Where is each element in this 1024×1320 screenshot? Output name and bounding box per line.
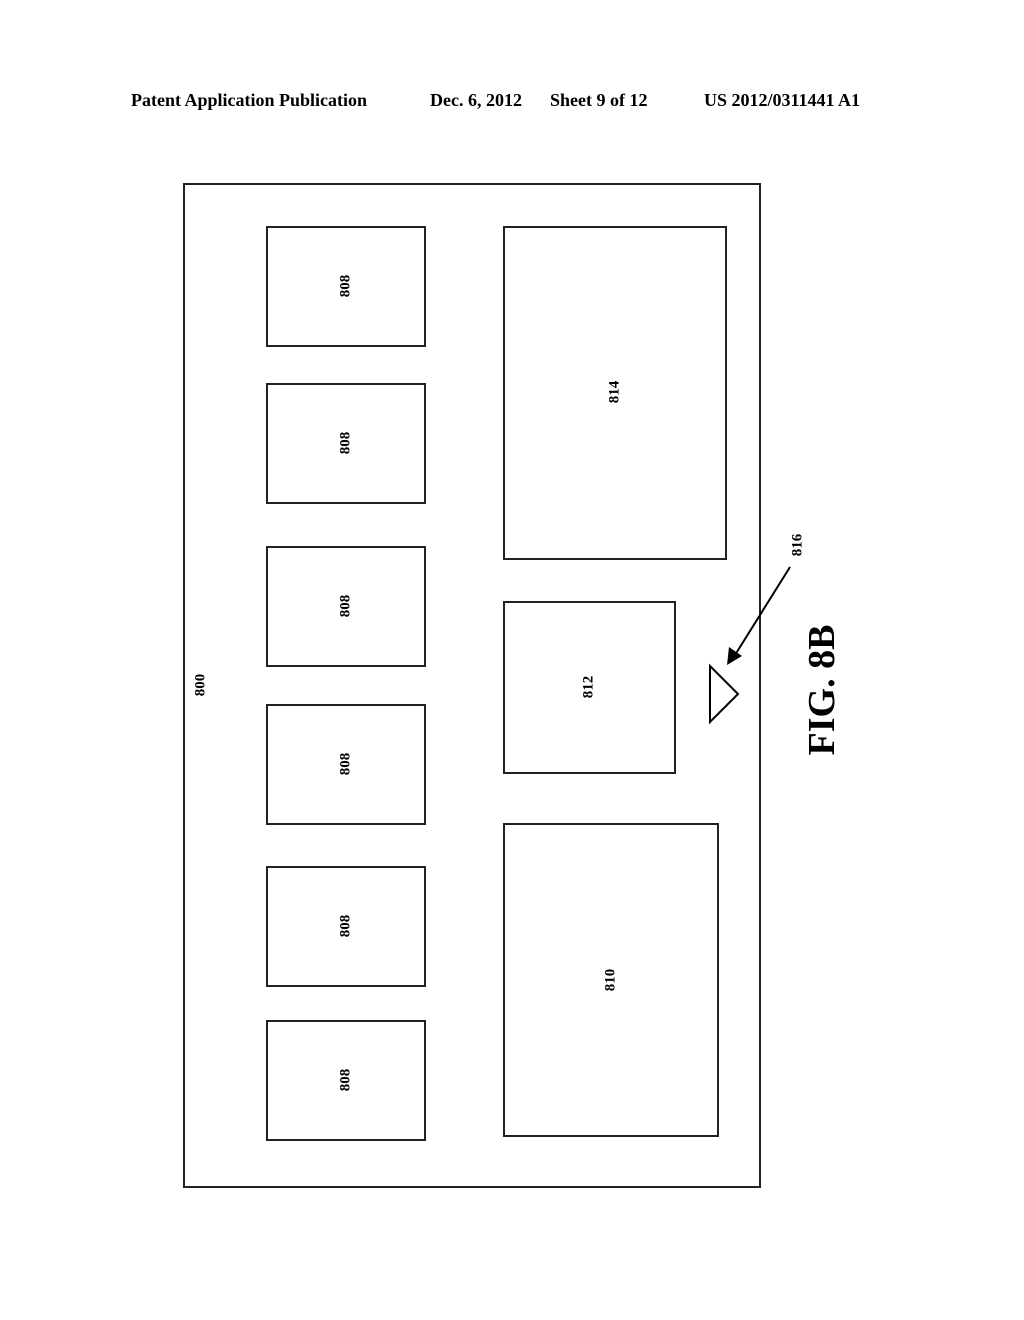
pointer-graphics (709, 566, 791, 725)
arrowhead-icon (727, 647, 742, 665)
pointer-label: 816 (789, 533, 806, 557)
arrow-line (734, 566, 791, 656)
triangle-icon (709, 663, 740, 725)
figure-caption: FIG. 8B (801, 624, 843, 756)
